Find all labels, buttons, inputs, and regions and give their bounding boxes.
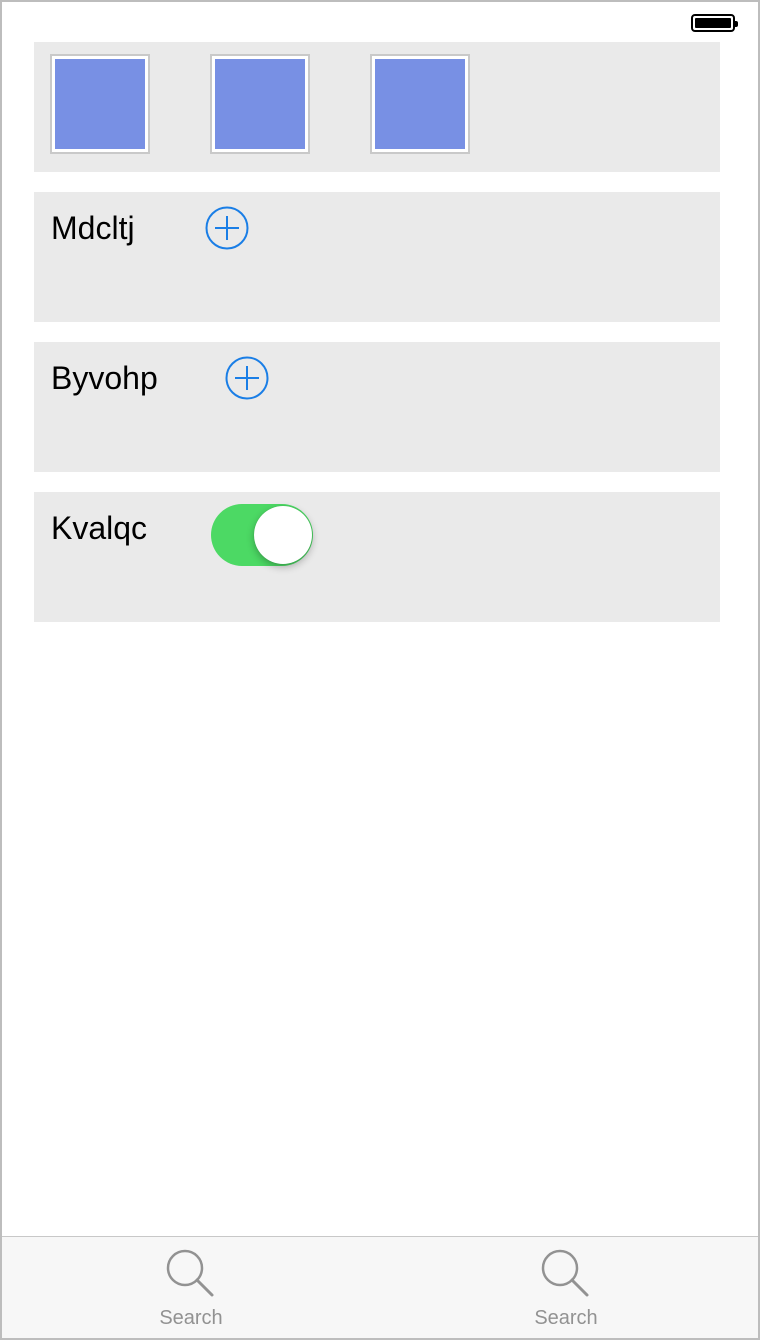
battery-icon [691,14,738,32]
add-circle-icon [205,206,249,250]
search-icon [541,1249,589,1297]
tab-search-2[interactable]: Search [377,1237,755,1338]
image-thumbnail-2[interactable] [210,54,310,154]
add-button[interactable] [205,206,249,250]
tab-label: Search [534,1307,598,1329]
thumbnail-card [34,42,720,172]
image-thumbnail-1[interactable] [50,54,150,154]
row-label: Mdcltj [51,210,135,246]
image-thumbnail-3[interactable] [370,54,470,154]
app-screen: Mdcltj Byvohp Kvalqc Search Search [0,0,760,1340]
list-item-mdcltj: Mdcltj [34,192,720,322]
search-icon [166,1249,214,1297]
toggle-knob [254,506,312,564]
row-label: Byvohp [51,360,158,396]
list-item-byvohp: Byvohp [34,342,720,472]
list-item-kvalqc: Kvalqc [34,492,720,622]
tab-label: Search [159,1307,223,1329]
row-label: Kvalqc [51,510,148,546]
tab-search-1[interactable]: Search [2,1237,380,1338]
tab-bar: Search Search [2,1236,758,1338]
toggle-switch[interactable] [211,504,313,566]
add-circle-icon [225,356,269,400]
add-button[interactable] [225,356,269,400]
